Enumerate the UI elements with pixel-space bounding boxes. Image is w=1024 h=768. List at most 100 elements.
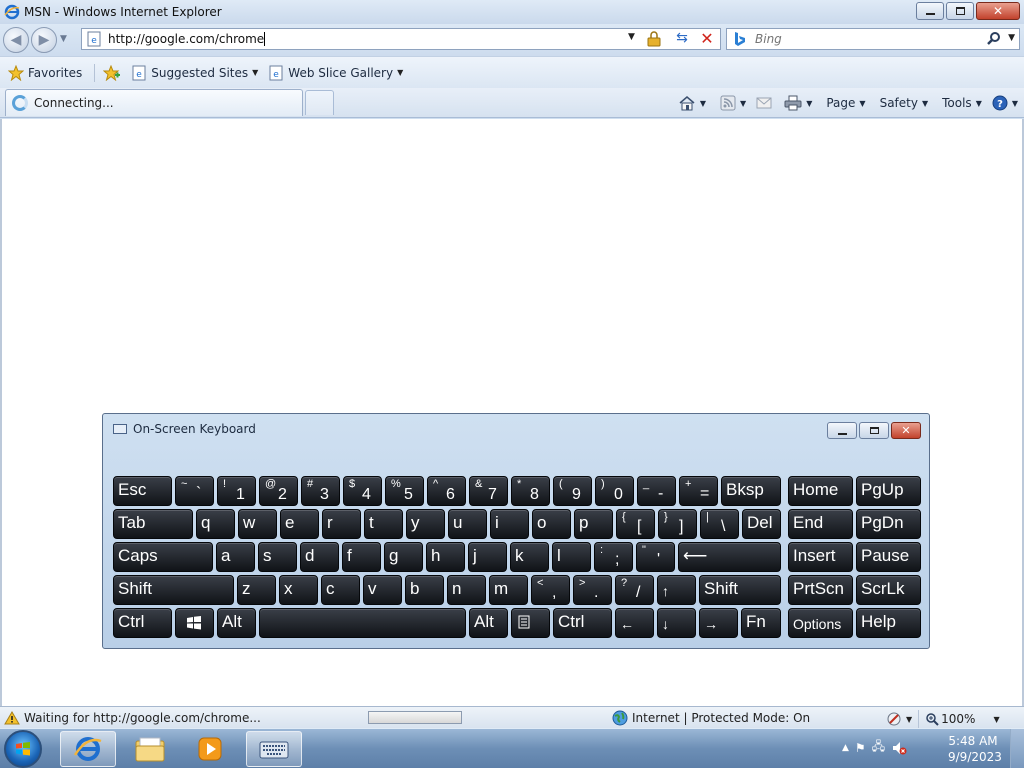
key-x[interactable]: x [279, 575, 318, 605]
address-bar[interactable]: e http://google.com/chrome ▼ ⇆ ✕ [81, 28, 721, 50]
key-e[interactable]: e [280, 509, 319, 539]
key-right-arrow[interactable]: → [699, 608, 738, 638]
key-y[interactable]: y [406, 509, 445, 539]
key-left-bracket[interactable]: {[ [616, 509, 655, 539]
print-button[interactable]: ▼ [784, 95, 812, 111]
taskbar-on-screen-keyboard[interactable] [246, 731, 302, 767]
key-caps[interactable]: Caps [113, 542, 213, 572]
key-space[interactable] [259, 608, 466, 638]
key-7[interactable]: & 7 [469, 476, 508, 506]
key-b[interactable]: b [405, 575, 444, 605]
key-scrlk[interactable]: ScrLk [856, 575, 921, 605]
key-s[interactable]: s [258, 542, 297, 572]
key-windows[interactable] [175, 608, 214, 638]
key-f[interactable]: f [342, 542, 381, 572]
back-button[interactable]: ◀ [3, 27, 29, 53]
start-button[interactable] [4, 730, 42, 768]
key-tab[interactable]: Tab [113, 509, 193, 539]
key-a[interactable]: a [216, 542, 255, 572]
key-0[interactable]: ) 0 [595, 476, 634, 506]
key-left-arrow[interactable]: ← [615, 608, 654, 638]
key-left-ctrl[interactable]: Ctrl [113, 608, 172, 638]
restore-button[interactable] [946, 2, 974, 20]
zoom-button[interactable]: 100% ▼ [925, 712, 1000, 726]
key-left-alt[interactable]: Alt [217, 608, 256, 638]
key-comma[interactable]: <, [531, 575, 570, 605]
key-n[interactable]: n [447, 575, 486, 605]
action-center-flag-icon[interactable]: ⚑ [855, 741, 866, 755]
key-right-ctrl[interactable]: Ctrl [553, 608, 612, 638]
search-box[interactable]: ▼ [726, 28, 1020, 50]
key-k[interactable]: k [510, 542, 549, 572]
key-r[interactable]: r [322, 509, 361, 539]
key-z[interactable]: z [237, 575, 276, 605]
key-l[interactable]: l [552, 542, 591, 572]
key-enter[interactable]: ⟵ [678, 542, 781, 572]
key-right-shift[interactable]: Shift [699, 575, 781, 605]
stop-button[interactable]: ✕ [697, 29, 717, 49]
web-slice-gallery-link[interactable]: e Web Slice Gallery ▼ [268, 65, 403, 81]
key-w[interactable]: w [238, 509, 277, 539]
network-icon[interactable]: 🖧 [872, 737, 885, 758]
key-2[interactable]: @2 [259, 476, 298, 506]
key-o[interactable]: o [532, 509, 571, 539]
taskbar-media-player[interactable] [182, 731, 238, 767]
favorites-button[interactable]: Favorites [8, 64, 82, 81]
key-equals[interactable]: + = [679, 476, 718, 506]
key-d[interactable]: d [300, 542, 339, 572]
key-p[interactable]: p [574, 509, 613, 539]
key-right-bracket[interactable]: }] [658, 509, 697, 539]
key-j[interactable]: j [468, 542, 507, 572]
key-help[interactable]: Help [856, 608, 921, 638]
key-backspace[interactable]: Bksp [721, 476, 781, 506]
taskbar-internet-explorer[interactable] [60, 731, 116, 767]
search-options-dropdown[interactable]: ▼ [1008, 33, 1015, 43]
system-clock[interactable]: 5:48 AM 9/9/2023 [948, 733, 1002, 765]
key-pgdn[interactable]: PgDn [856, 509, 921, 539]
key-esc[interactable]: Esc [113, 476, 172, 506]
key-up-arrow[interactable]: ↑ [657, 575, 696, 605]
key-v[interactable]: v [363, 575, 402, 605]
key-pgup[interactable]: PgUp [856, 476, 921, 506]
feeds-button[interactable]: ▼ [720, 95, 746, 111]
key-u[interactable]: u [448, 509, 487, 539]
suggested-sites-link[interactable]: e Suggested Sites ▼ [131, 65, 258, 81]
key-t[interactable]: t [364, 509, 403, 539]
key-options[interactable]: Options [788, 608, 853, 638]
key-pause[interactable]: Pause [856, 542, 921, 572]
help-button[interactable]: ? ▼ [992, 95, 1018, 111]
refresh-button[interactable]: ⇆ [672, 30, 692, 48]
key-quote[interactable]: " ' [636, 542, 675, 572]
key-5[interactable]: % 5 [385, 476, 424, 506]
key-grave[interactable]: ~ ` [175, 476, 214, 506]
key-c[interactable]: c [321, 575, 360, 605]
key-del[interactable]: Del [742, 509, 781, 539]
key-slash[interactable]: ? / [615, 575, 654, 605]
key-end[interactable]: End [788, 509, 853, 539]
key-insert[interactable]: Insert [788, 542, 853, 572]
volume-muted-icon[interactable] [891, 740, 907, 756]
key-backslash[interactable]: | \ [700, 509, 739, 539]
address-dropdown[interactable]: ▼ [628, 32, 635, 42]
read-mail-button[interactable] [756, 96, 772, 110]
key-g[interactable]: g [384, 542, 423, 572]
key-down-arrow[interactable]: ↓ [657, 608, 696, 638]
search-input[interactable] [755, 32, 975, 46]
add-to-favorites-bar-button[interactable] [103, 64, 121, 81]
key-6[interactable]: ^ 6 [427, 476, 466, 506]
key-m[interactable]: m [489, 575, 528, 605]
key-i[interactable]: i [490, 509, 529, 539]
home-button[interactable]: ▼ [678, 95, 706, 111]
key-right-alt[interactable]: Alt [469, 608, 508, 638]
key-1[interactable]: ! 1 [217, 476, 256, 506]
key-9[interactable]: (9 [553, 476, 592, 506]
minimize-button[interactable] [916, 2, 944, 20]
key-menu[interactable] [511, 608, 550, 638]
forward-button[interactable]: ▶ [31, 27, 57, 53]
key-left-shift[interactable]: Shift [113, 575, 234, 605]
address-url[interactable]: http://google.com/chrome [108, 32, 264, 46]
key-period[interactable]: >. [573, 575, 612, 605]
lock-icon[interactable] [645, 31, 663, 47]
security-zone[interactable]: Internet | Protected Mode: On [612, 710, 810, 726]
popup-blocker-button[interactable]: ▼ [886, 711, 912, 727]
